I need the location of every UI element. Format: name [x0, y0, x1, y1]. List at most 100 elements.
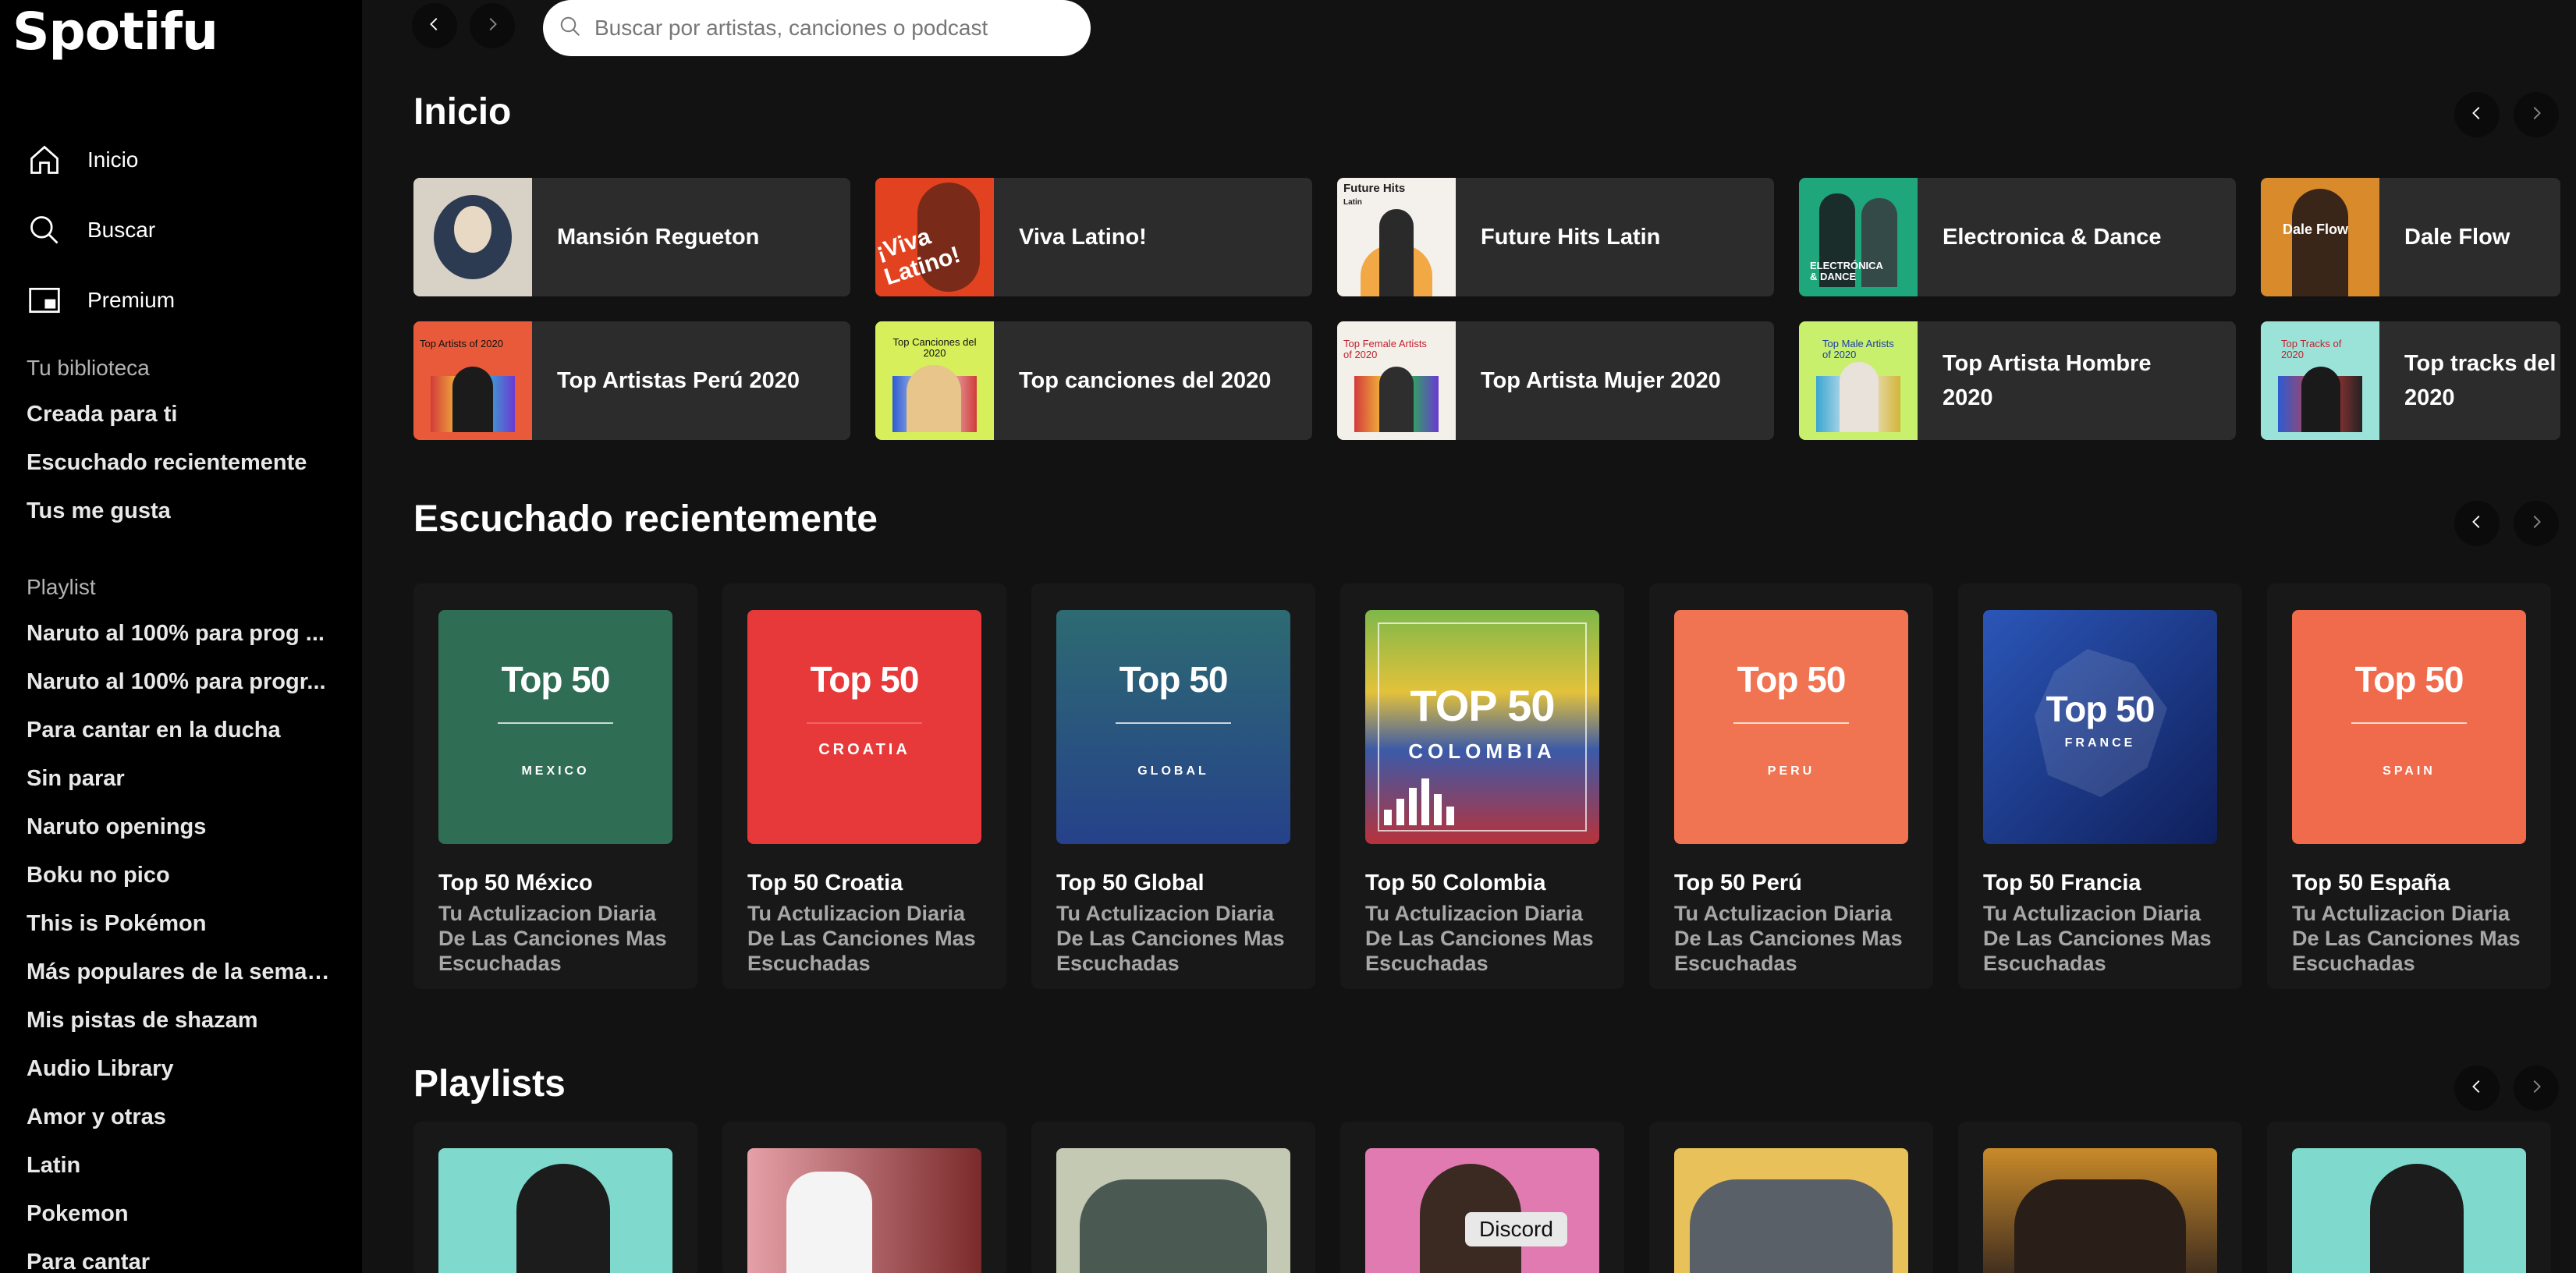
playlist-item[interactable]: Naruto al 100% para progr...: [27, 658, 331, 706]
shortcut-label: Mansión Regueton: [557, 225, 760, 250]
playlist-item[interactable]: Pokemon: [27, 1190, 331, 1238]
home-row-2: Top Artists of 2020 Top Artistas Perú 20…: [413, 321, 2560, 440]
card-title: Top 50 Perú: [1674, 871, 1802, 895]
playlist-item[interactable]: This is Pokémon: [27, 899, 331, 948]
shortcut-cover: Top Canciones del 2020: [875, 321, 994, 440]
playlist-cover: [1983, 1148, 2217, 1273]
playlist-item[interactable]: Mis pistas de shazam: [27, 996, 331, 1044]
shortcut-card[interactable]: Top Artists of 2020 Top Artistas Perú 20…: [413, 321, 850, 440]
main-nav: Inicio Buscar Premium: [25, 125, 175, 335]
shortcut-card[interactable]: Top Male Artists of 2020 Top Artista Hom…: [1799, 321, 2236, 440]
cover-title: TOP 50: [1410, 681, 1556, 730]
shortcut-card[interactable]: ELECTRÓNICA & DANCE Electronica & Dance: [1799, 178, 2236, 296]
sidebar: Spotifu Inicio Buscar Premium Tu bibliot…: [0, 0, 362, 1273]
playlist-cover: Top 50 PERU: [1674, 610, 1908, 844]
playlist-item[interactable]: Audio Library: [27, 1044, 331, 1093]
nav-search-label: Buscar: [87, 218, 156, 242]
shortcut-cover: Top Tracks of 2020: [2261, 321, 2379, 440]
playlist-item[interactable]: Boku no pico: [27, 851, 331, 899]
chevron-right-icon: [2528, 513, 2545, 534]
playlist-item[interactable]: Para cantar en la ducha: [27, 706, 331, 754]
search-icon: [559, 15, 582, 42]
playlist-cover: [1056, 1148, 1290, 1273]
section-title-playlists: Playlists: [413, 1063, 566, 1105]
cover-country: MEXICO: [521, 764, 590, 778]
playlist-item[interactable]: Para cantar: [27, 1238, 331, 1273]
shortcut-card[interactable]: Top Canciones del 2020 Top canciones del…: [875, 321, 1312, 440]
playlist-item[interactable]: Naruto al 100% para prog ...: [27, 609, 331, 658]
library-list: Creada para ti Escuchado recientemente T…: [27, 390, 331, 535]
cover-country: SPAIN: [2383, 764, 2436, 778]
playlist-card[interactable]: [722, 1122, 1006, 1273]
search-input[interactable]: [594, 16, 1063, 41]
library-item[interactable]: Tus me gusta: [27, 487, 331, 535]
shortcut-card[interactable]: Top Tracks of 2020 Top tracks del 2020: [2261, 321, 2560, 440]
recent-row: Top 50 MEXICO Top 50 México Tu Actulizac…: [413, 583, 2551, 989]
playlist-item[interactable]: Sin parar: [27, 754, 331, 803]
playlist-cover: Top 50 SPAIN: [2292, 610, 2526, 844]
nav-premium[interactable]: Premium: [25, 265, 175, 335]
playlist-cover: [438, 1148, 672, 1273]
shortcut-cover: Top Artists of 2020: [413, 321, 532, 440]
playlist-card[interactable]: Top 50 CROATIA Top 50 Croatia Tu Actuliz…: [722, 583, 1006, 989]
recent-next-button[interactable]: [2514, 501, 2559, 546]
shortcut-card[interactable]: Top Female Artists of 2020 Top Artista M…: [1337, 321, 1774, 440]
shortcut-card[interactable]: Future Hits Latin Future Hits Latin: [1337, 178, 1774, 296]
shortcut-label: Dale Flow: [2404, 225, 2510, 250]
playlist-card[interactable]: Top 50 PERU Top 50 Perú Tu Actulizacion …: [1649, 583, 1933, 989]
playlists-prev-button[interactable]: [2454, 1066, 2500, 1111]
playlists-next-button[interactable]: [2514, 1066, 2559, 1111]
home-next-button[interactable]: [2514, 92, 2559, 137]
playlist-item[interactable]: Amor y otras: [27, 1093, 331, 1141]
playlist-card[interactable]: Top 50 SPAIN Top 50 España Tu Actulizaci…: [2267, 583, 2551, 989]
card-title: Top 50 Colombia: [1365, 871, 1546, 895]
playlist-card[interactable]: [413, 1122, 697, 1273]
playlist-item[interactable]: Naruto openings: [27, 803, 331, 851]
playlist-card[interactable]: Top 50 FRANCE Top 50 Francia Tu Actuliza…: [1958, 583, 2242, 989]
shortcut-card[interactable]: Dale Flow Dale Flow: [2261, 178, 2560, 296]
card-description: Tu Actulizacion Diaria De Las Canciones …: [438, 902, 667, 975]
cover-title: Top 50: [1737, 659, 1847, 700]
main-content: Inicio Mansión Regueton ¡Viva Latino! Vi…: [362, 0, 2576, 1273]
tooltip: Discord: [1465, 1212, 1567, 1246]
card-title: Top 50 España: [2292, 871, 2450, 895]
nav-home[interactable]: Inicio: [25, 125, 175, 195]
playlist-card[interactable]: Top 50 GLOBAL Top 50 Global Tu Actulizac…: [1031, 583, 1315, 989]
playlist-cover: Top 50 FRANCE: [1983, 610, 2217, 844]
library-item[interactable]: Creada para ti: [27, 390, 331, 438]
home-prev-button[interactable]: [2454, 92, 2500, 137]
shortcut-label: Top canciones del 2020: [1019, 368, 1272, 393]
playlist-card[interactable]: [2267, 1122, 2551, 1273]
back-button[interactable]: [412, 3, 457, 48]
card-title: Top 50 Global: [1056, 871, 1205, 895]
search-bar[interactable]: [543, 0, 1091, 56]
playlist-cover: Top 50 MEXICO: [438, 610, 672, 844]
shortcut-card[interactable]: Mansión Regueton: [413, 178, 850, 296]
cover-country: PERU: [1767, 764, 1815, 778]
playlist-card[interactable]: Top 50 MEXICO Top 50 México Tu Actulizac…: [413, 583, 697, 989]
shortcut-card[interactable]: ¡Viva Latino! Viva Latino!: [875, 178, 1312, 296]
nav-search[interactable]: Buscar: [25, 195, 175, 265]
recent-prev-button[interactable]: [2454, 501, 2500, 546]
playlist-card[interactable]: [1031, 1122, 1315, 1273]
card-title: Top 50 Francia: [1983, 871, 2141, 895]
playlist-item[interactable]: Más populares de la semana: [27, 948, 331, 996]
playlist-item[interactable]: Latin: [27, 1141, 331, 1190]
shortcut-label: Top tracks del 2020: [2404, 351, 2556, 410]
playlist-card[interactable]: TOP 50 COLOMBIA Top 50 Colombia Tu Actul…: [1340, 583, 1624, 989]
chevron-right-icon: [2528, 1078, 2545, 1099]
forward-button[interactable]: [470, 3, 515, 48]
nav-home-label: Inicio: [87, 147, 139, 172]
cover-mini-text: Top Tracks of 2020: [2281, 338, 2342, 360]
playlist-card[interactable]: [1958, 1122, 2242, 1273]
library-item[interactable]: Escuchado recientemente: [27, 438, 331, 487]
playlist-cover: Top 50 GLOBAL: [1056, 610, 1290, 844]
card-description: Tu Actulizacion Diaria De Las Canciones …: [1983, 902, 2212, 975]
cover-title: Top 50: [2354, 659, 2464, 700]
playlist-cover: TOP 50 COLOMBIA: [1365, 610, 1599, 844]
playlist-cover: [2292, 1148, 2526, 1273]
card-description: Tu Actulizacion Diaria De Las Canciones …: [747, 902, 976, 975]
playlist-card[interactable]: [1340, 1122, 1624, 1273]
playlist-card[interactable]: [1649, 1122, 1933, 1273]
app-logo[interactable]: Spotifu: [12, 2, 218, 62]
